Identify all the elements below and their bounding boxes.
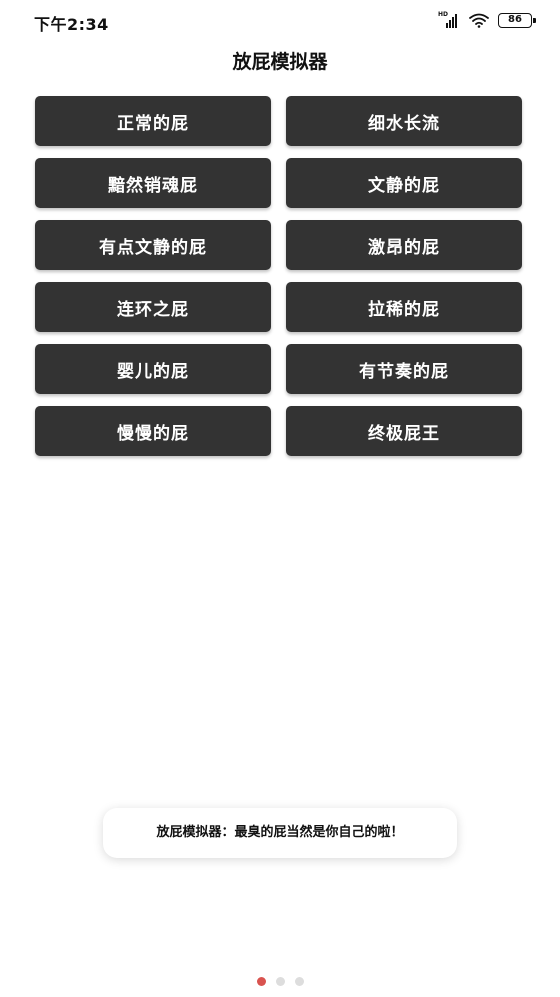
page-title: 放屁模拟器 (232, 51, 328, 73)
sound-button-quiet[interactable]: 文静的屁 (286, 158, 522, 208)
page-dot-1[interactable] (256, 977, 266, 986)
sound-button-slightly-quiet[interactable]: 有点文静的屁 (35, 220, 271, 270)
page-indicator (0, 977, 560, 986)
status-bar: 下午2:34 HD 86 (0, 0, 560, 40)
wifi-icon (469, 13, 489, 28)
battery-level: 86 (508, 14, 522, 25)
sound-button-slow[interactable]: 慢慢的屁 (35, 406, 271, 456)
page-dot-3[interactable] (294, 977, 304, 986)
sound-button-ultimate[interactable]: 终极屁王 (286, 406, 522, 456)
page-dot-2[interactable] (275, 977, 285, 986)
status-time: 下午2:34 (34, 15, 109, 34)
sound-button-chain[interactable]: 连环之屁 (35, 282, 271, 332)
fart-button-grid: 正常的屁 细水长流 黯然销魂屁 文静的屁 有点文静的屁 激昂的屁 连环之屁 拉稀… (35, 96, 522, 456)
sound-button-passionate[interactable]: 激昂的屁 (286, 220, 522, 270)
battery-icon: 86 (498, 12, 536, 28)
toast-message: 放屁模拟器：最臭的屁当然是你自己的啦！ (103, 808, 457, 858)
sound-button-trickle[interactable]: 细水长流 (286, 96, 522, 146)
sound-button-soul-crushing[interactable]: 黯然销魂屁 (35, 158, 271, 208)
sound-button-rhythmic[interactable]: 有节奏的屁 (286, 344, 522, 394)
signal-icon: HD (438, 12, 460, 28)
sound-button-diarrhea[interactable]: 拉稀的屁 (286, 282, 522, 332)
sound-button-baby[interactable]: 婴儿的屁 (35, 344, 271, 394)
toast-text: 放屁模拟器：最臭的屁当然是你自己的啦！ (156, 825, 404, 840)
status-icons: HD 86 (438, 11, 536, 29)
network-type-label: HD (438, 11, 449, 18)
sound-button-normal[interactable]: 正常的屁 (35, 96, 271, 146)
app-screen: 下午2:34 HD 86 放屁模拟器 正常的屁 细水长流 黯然销魂屁 文静的屁 … (0, 0, 560, 997)
